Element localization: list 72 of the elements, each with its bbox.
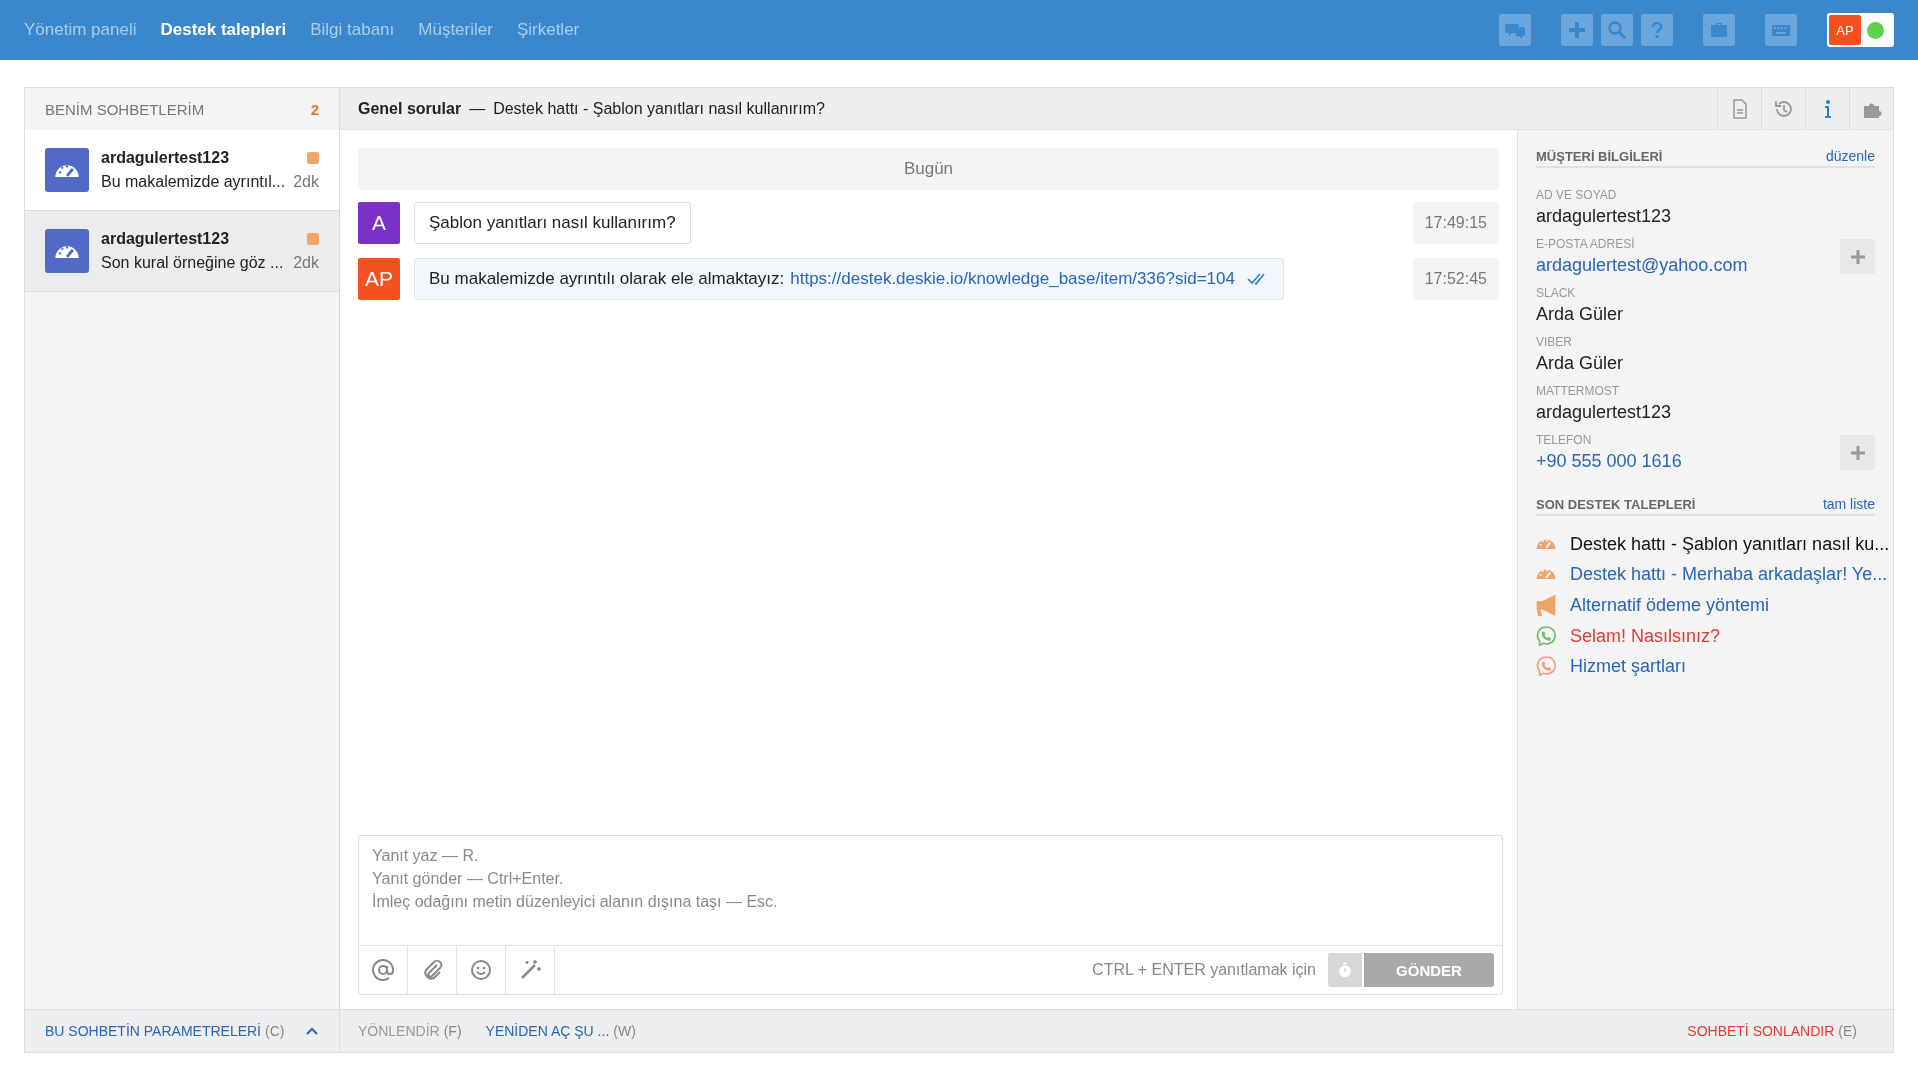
avatar: A xyxy=(358,202,400,244)
action-label: YENİDEN AÇ ŞU ... xyxy=(485,1023,610,1039)
message-preview: Son kural örneğine göz ... xyxy=(101,254,284,272)
ticket-link[interactable]: Selam! Nasılsınız? xyxy=(1570,625,1721,647)
ticket-link[interactable]: Hizmet şartları xyxy=(1570,655,1686,677)
user-avatar: AP xyxy=(1829,15,1861,45)
contact-name: ardagulertest123 xyxy=(101,149,230,167)
chat-category: Genel sorular xyxy=(358,99,462,118)
chat-list-item[interactable]: ardagulertest123 Son kural örneğine göz ... 2dk xyxy=(25,211,339,292)
field-label: SLACK xyxy=(1536,286,1577,300)
message-preview: Bu makalemizde ayrıntıl... xyxy=(101,173,286,191)
action-label: SOHBETİ SONLANDIR xyxy=(1687,1023,1835,1039)
section-title: SON DESTEK TALEPLERİ xyxy=(1536,497,1696,512)
timer-icon[interactable] xyxy=(1328,953,1362,987)
chat-count: 2 xyxy=(310,100,319,118)
field-link[interactable]: +90 555 000 1616 xyxy=(1536,451,1682,472)
plus-icon xyxy=(1850,249,1865,264)
field-label: E-POSTA ADRESİ xyxy=(1536,237,1636,251)
field-label: AD VE SOYAD xyxy=(1536,188,1618,202)
contact-name: ardagulertest123 xyxy=(101,230,230,248)
shortcut-key: (W) xyxy=(613,1023,636,1039)
time-ago: 2dk xyxy=(293,254,319,272)
avatar: AP xyxy=(358,258,400,300)
chevron-up-icon[interactable] xyxy=(305,1026,319,1036)
field-label: TELEFON xyxy=(1536,433,1593,447)
field-value: Arda Güler xyxy=(1536,353,1624,374)
panel-title: BENİM SOHBETLERİM xyxy=(45,100,205,118)
add-button[interactable] xyxy=(1840,435,1875,470)
edit-link[interactable]: düzenle xyxy=(1825,148,1875,164)
time-ago: 2dk xyxy=(293,173,319,191)
footer-action[interactable]: SOHBETİ SONLANDIR (E) xyxy=(1687,1023,1857,1039)
field-value: Arda Güler xyxy=(1536,304,1624,325)
plus-icon[interactable] xyxy=(1561,14,1593,46)
add-button[interactable] xyxy=(1840,239,1875,274)
briefcase-icon[interactable] xyxy=(1703,14,1735,46)
plus-icon xyxy=(1850,445,1865,460)
footer-action[interactable]: YENİDEN AÇ ŞU ... (W) xyxy=(485,1023,636,1039)
search-icon[interactable] xyxy=(1601,14,1633,46)
gauge-icon xyxy=(45,148,89,192)
footer-action[interactable]: YÖNLENDİR (F) xyxy=(358,1023,462,1039)
footer-action[interactable]: BU SOHBETİN PARAMETRELERİ (C) xyxy=(45,1023,285,1039)
gauge-icon xyxy=(45,229,89,273)
ticket-link[interactable]: Destek hattı - Şablon yanıtları nasıl ku... xyxy=(1570,534,1890,555)
chat-list-item[interactable]: ardagulertest123 Bu makalemizde ayrıntıl... 2dk xyxy=(25,130,339,211)
chat-icon[interactable] xyxy=(1499,14,1531,46)
separator: — xyxy=(469,99,486,118)
chat-subject: Destek hattı - Şablon yanıtları nasıl kullanırım? xyxy=(493,99,825,118)
ticket-link[interactable]: Alternatif ödeme yöntemi xyxy=(1570,594,1770,616)
field-label: VIBER xyxy=(1536,335,1573,349)
reply-field[interactable]: Yanıt yaz — R. Yanıt gönder — Ctrl+Enter. İmleç odağını metin düzenleyici alanın dışına taşı — Esc. xyxy=(358,835,1503,945)
send-hint: CTRL + ENTER yanıtlamak için xyxy=(1092,961,1316,979)
message-time: 17:49:15 xyxy=(1412,202,1499,244)
action-label: YÖNLENDİR xyxy=(358,1023,440,1039)
nav-tab[interactable]: Destek talepleri xyxy=(150,14,297,46)
shortcut-key: (E) xyxy=(1838,1023,1857,1039)
message-time: 17:52:45 xyxy=(1412,258,1499,300)
section-title: MÜŞTERİ BİLGİLERİ xyxy=(1536,149,1663,164)
user-menu[interactable]: AP xyxy=(1827,13,1894,47)
shortcut-key: (C) xyxy=(265,1023,285,1039)
field-label: MATTERMOST xyxy=(1536,384,1621,398)
help-icon[interactable] xyxy=(1641,14,1673,46)
ticket-link[interactable]: Destek hattı - Merhaba arkadaşlar! Ye... xyxy=(1570,564,1888,585)
field-value: ardagulertest123 xyxy=(1536,402,1672,423)
field-value: ardagulertest123 xyxy=(1536,206,1672,227)
full-list-link[interactable]: tam liste xyxy=(1822,496,1875,512)
action-label: BU SOHBETİN PARAMETRELERİ xyxy=(45,1023,261,1039)
shortcut-key: (F) xyxy=(443,1023,462,1039)
keyboard-icon[interactable] xyxy=(1765,14,1797,46)
message-link[interactable]: https://destek.deskie.io/knowledge_base/item/336?sid=104 xyxy=(790,269,1235,289)
field-link[interactable]: ardagulertest@yahoo.com xyxy=(1536,255,1748,276)
message-text: Bu makalemizde ayrıntılı olarak ele almaktayız: xyxy=(429,269,785,289)
message-text: Şablon yanıtları nasıl kullanırım? xyxy=(429,213,676,233)
